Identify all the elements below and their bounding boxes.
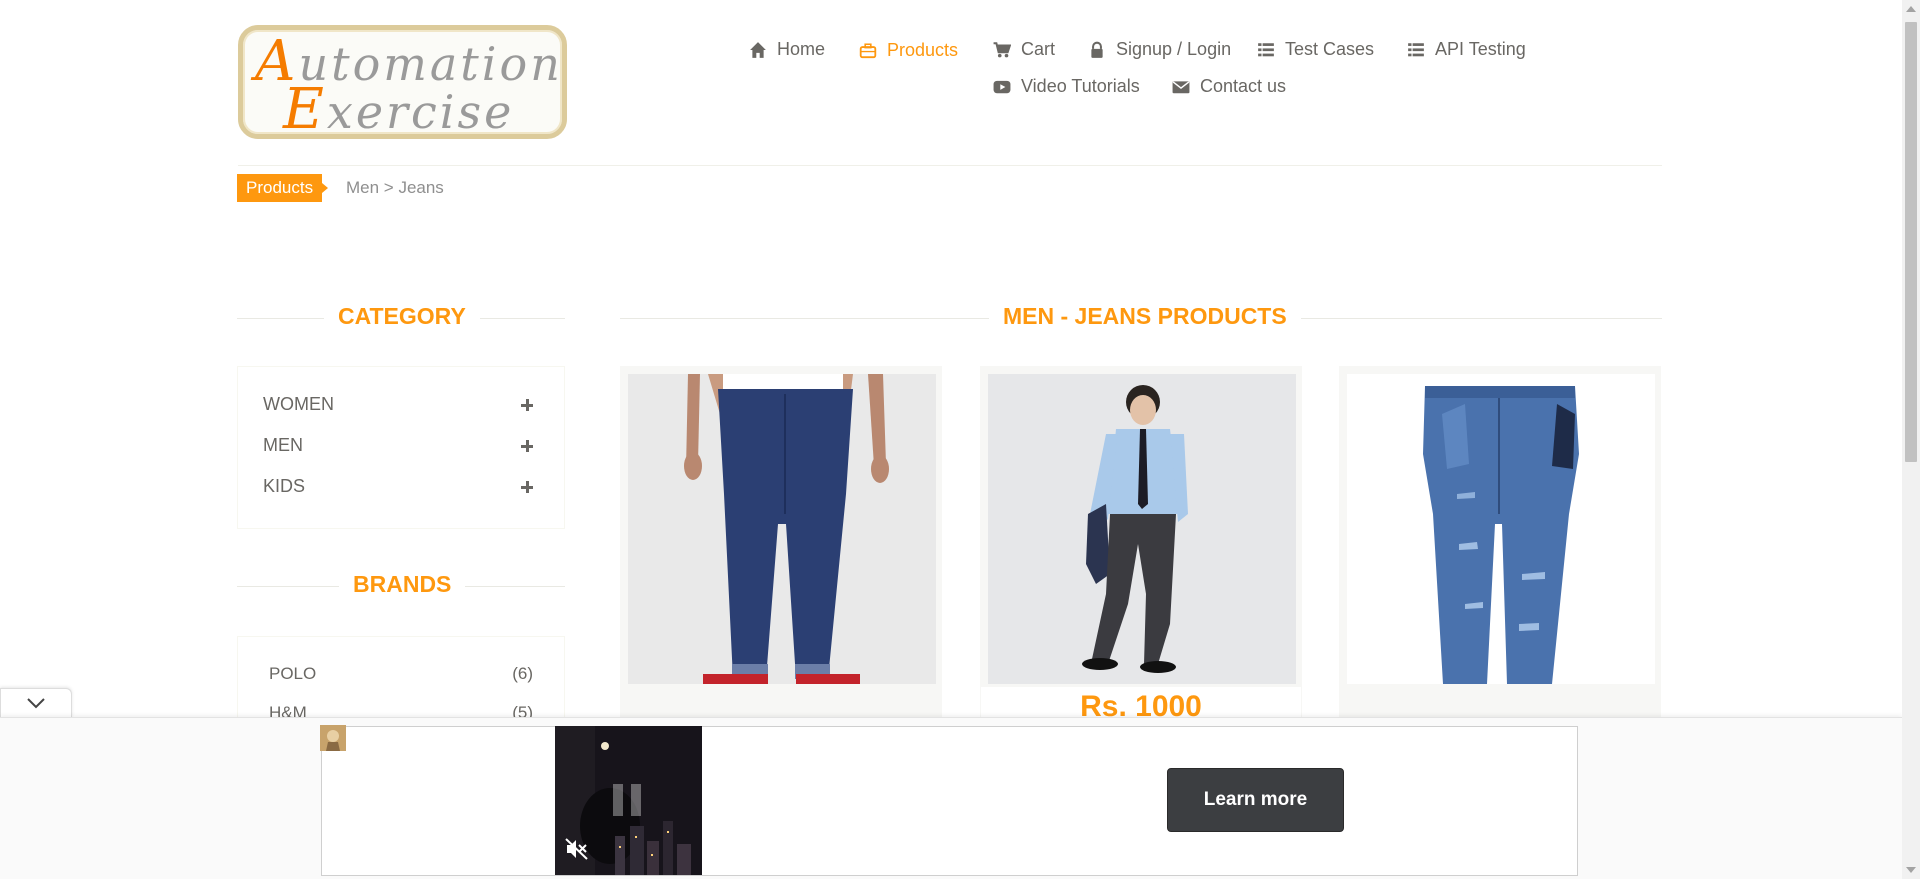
product-image: [628, 374, 936, 684]
page-scrollbar[interactable]: [1902, 0, 1920, 879]
product-card: [1339, 366, 1661, 726]
category-women-label: WOMEN: [263, 394, 334, 414]
main-title: Men - Jeans Products: [989, 303, 1301, 330]
category-title: Category: [324, 303, 480, 330]
brand-polo-count: (6): [512, 664, 533, 683]
nav-home-label: Home: [777, 39, 826, 59]
nav-video-tutorials[interactable]: Video Tutorials: [993, 76, 1140, 97]
ad-collapse-toggle[interactable]: [0, 688, 72, 718]
category-men[interactable]: MEN: [263, 435, 533, 456]
nav-products-label: Products: [887, 40, 959, 60]
briefcase-icon: [859, 42, 877, 58]
nav-contact-us[interactable]: Contact us: [1172, 76, 1286, 97]
site-logo[interactable]: Automation Exercise: [238, 25, 567, 139]
envelope-icon: [1172, 80, 1190, 93]
ad-content[interactable]: [321, 726, 1578, 876]
brand-polo[interactable]: POLO (6): [269, 664, 533, 684]
scroll-down-arrow[interactable]: [1906, 867, 1916, 873]
brands-title: Brands: [339, 571, 466, 598]
nav-cart-label: Cart: [1021, 39, 1056, 59]
nav-video-label: Video Tutorials: [1021, 76, 1140, 96]
learn-more-button[interactable]: Learn more: [1167, 768, 1344, 832]
nav-products[interactable]: Products: [859, 40, 958, 61]
category-kids-label: KIDS: [263, 476, 306, 496]
plus-icon[interactable]: [521, 481, 533, 493]
cart-icon: [993, 41, 1011, 57]
nav-cart[interactable]: Cart: [993, 39, 1055, 60]
brand-polo-name: POLO: [269, 664, 317, 683]
nav-test-cases[interactable]: Test Cases: [1257, 39, 1374, 60]
nav-test-cases-label: Test Cases: [1285, 39, 1375, 59]
nav-contact-label: Contact us: [1200, 76, 1287, 96]
nav-api-testing-label: API Testing: [1435, 39, 1526, 59]
category-kids[interactable]: KIDS: [263, 476, 533, 497]
product-image: [988, 374, 1296, 684]
youtube-play-icon: [993, 80, 1011, 93]
home-icon: [750, 41, 766, 58]
breadcrumb-path: Men > Jeans: [346, 178, 444, 197]
logo-line-2: Exercise: [283, 77, 515, 142]
list-icon: [1258, 42, 1274, 56]
pause-icon[interactable]: [613, 784, 623, 816]
plus-icon[interactable]: [521, 440, 533, 452]
nav-api-testing[interactable]: API Testing: [1407, 39, 1526, 60]
product-image: [1347, 374, 1655, 684]
ad-thumbnail[interactable]: [320, 725, 346, 751]
list-icon: [1408, 42, 1424, 56]
ad-video[interactable]: [555, 726, 702, 875]
product-card: Rs. 1000: [980, 366, 1302, 727]
nav-signup-label: Signup / Login: [1116, 39, 1232, 59]
header-divider: [238, 165, 1662, 166]
category-men-label: MEN: [263, 435, 303, 455]
breadcrumb-active[interactable]: Products: [237, 174, 329, 202]
plus-icon[interactable]: [521, 399, 533, 411]
category-women[interactable]: WOMEN: [263, 394, 533, 415]
lock-icon: [1091, 41, 1103, 58]
scroll-thumb[interactable]: [1905, 22, 1917, 462]
nav-signup-login[interactable]: Signup / Login: [1088, 39, 1231, 60]
chevron-down-icon: [27, 698, 45, 709]
nav-home[interactable]: Home: [749, 39, 825, 60]
scroll-up-arrow[interactable]: [1906, 6, 1916, 12]
product-card: [620, 366, 942, 726]
